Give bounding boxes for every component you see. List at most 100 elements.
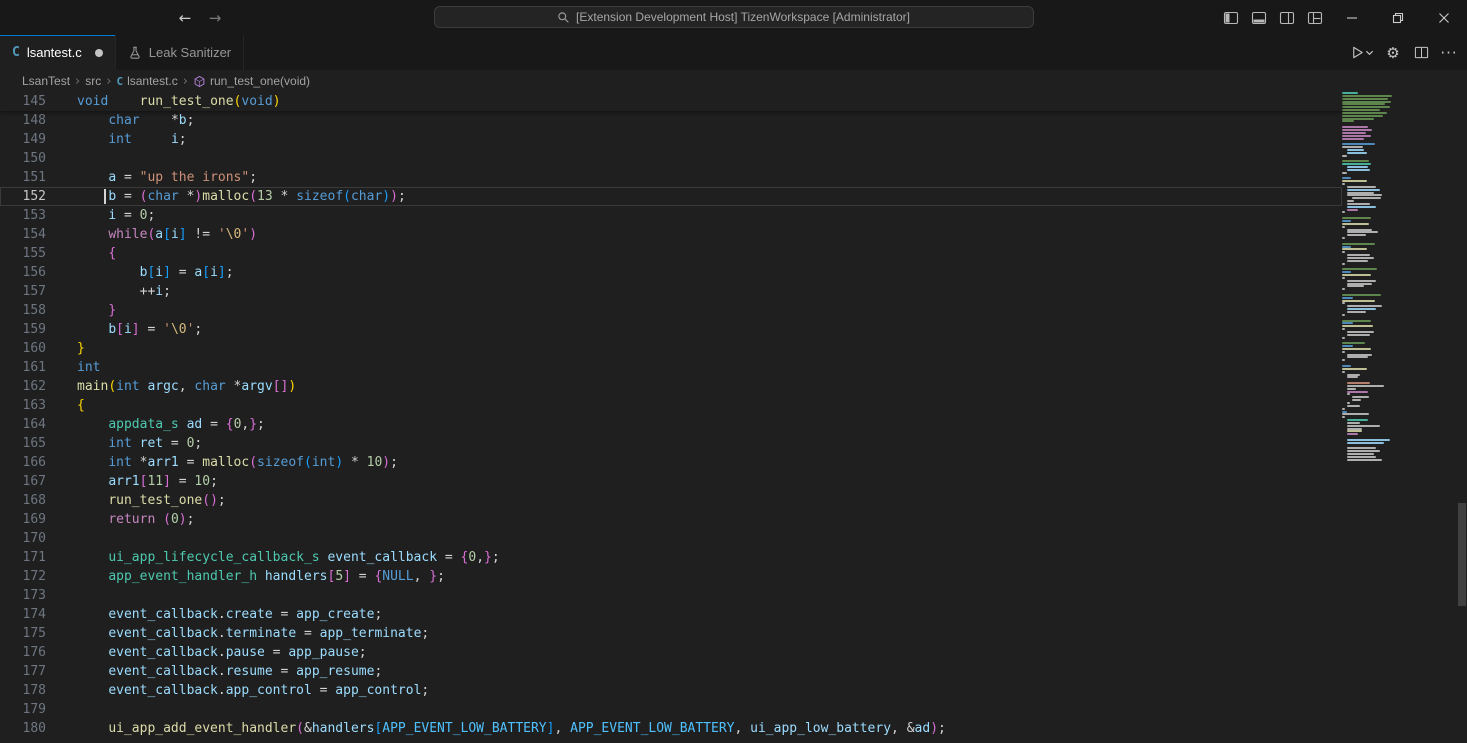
forward-button[interactable]: → xyxy=(202,6,228,30)
code-line[interactable]: 150 xyxy=(0,149,1342,168)
code-line[interactable]: 161int xyxy=(0,358,1342,377)
tab-bar: C lsantest.c Leak Sanitizer xyxy=(0,35,1467,70)
line-number[interactable]: 170 xyxy=(0,529,46,548)
code-line[interactable]: 174 event_callback.create = app_create; xyxy=(0,605,1342,624)
line-number[interactable]: 176 xyxy=(0,643,46,662)
line-number[interactable]: 156 xyxy=(0,263,46,282)
line-number[interactable]: 159 xyxy=(0,320,46,339)
code-line[interactable]: 177 event_callback.resume = app_resume; xyxy=(0,662,1342,681)
line-number[interactable]: 163 xyxy=(0,396,46,415)
line-number[interactable]: 160 xyxy=(0,339,46,358)
line-number[interactable]: 154 xyxy=(0,225,46,244)
code-line[interactable]: 167 arr1[11] = 10; xyxy=(0,472,1342,491)
line-number[interactable]: 155 xyxy=(0,244,46,263)
editor-actions: ⚙ ··· xyxy=(1347,35,1461,70)
code-line[interactable]: 164 appdata_s ad = {0,}; xyxy=(0,415,1342,434)
code-line[interactable]: 180 ui_app_add_event_handler(&handlers[A… xyxy=(0,719,1342,738)
line-number[interactable]: 158 xyxy=(0,301,46,320)
code-line[interactable]: 179 xyxy=(0,700,1342,719)
code-line[interactable]: 178 event_callback.app_control = app_con… xyxy=(0,681,1342,700)
line-number[interactable]: 180 xyxy=(0,719,46,738)
sticky-scroll-line[interactable]: 145 void run_test_one(void) xyxy=(0,92,1342,111)
minimap[interactable] xyxy=(1342,92,1457,464)
customize-layout-button[interactable] xyxy=(1301,6,1329,30)
code-line[interactable]: 173 xyxy=(0,586,1342,605)
line-text: event_callback.resume = app_resume; xyxy=(77,662,382,681)
tab-lsantest-c[interactable]: C lsantest.c xyxy=(0,35,116,70)
breadcrumb-item-file[interactable]: C lsantest.c xyxy=(116,74,177,88)
line-number[interactable]: 175 xyxy=(0,624,46,643)
breadcrumb-item-src[interactable]: src xyxy=(85,74,101,88)
line-number[interactable]: 168 xyxy=(0,491,46,510)
line-number: 145 xyxy=(0,92,46,111)
close-window-button[interactable] xyxy=(1421,0,1467,35)
line-number[interactable]: 167 xyxy=(0,472,46,491)
split-editor-button[interactable] xyxy=(1409,41,1433,65)
code-line[interactable]: 166 int *arr1 = malloc(sizeof(int) * 10)… xyxy=(0,453,1342,472)
code-line[interactable]: 155 { xyxy=(0,244,1342,263)
line-text: arr1[11] = 10; xyxy=(77,472,218,491)
breadcrumb-item-symbol[interactable]: run_test_one(void) xyxy=(193,74,310,88)
line-number[interactable]: 165 xyxy=(0,434,46,453)
code-line[interactable]: 172 app_event_handler_h handlers[5] = {N… xyxy=(0,567,1342,586)
line-number[interactable]: 153 xyxy=(0,206,46,225)
code-line[interactable]: 165 int ret = 0; xyxy=(0,434,1342,453)
tab-leak-sanitizer[interactable]: Leak Sanitizer xyxy=(116,35,244,70)
code-line[interactable]: 160} xyxy=(0,339,1342,358)
back-button[interactable]: ← xyxy=(172,6,198,30)
code-line[interactable]: 157 ++i; xyxy=(0,282,1342,301)
line-number[interactable]: 178 xyxy=(0,681,46,700)
modified-dot-icon[interactable] xyxy=(95,49,103,57)
line-number[interactable]: 157 xyxy=(0,282,46,301)
line-number[interactable]: 166 xyxy=(0,453,46,472)
code-line[interactable]: 156 b[i] = a[i]; xyxy=(0,263,1342,282)
line-number[interactable]: 172 xyxy=(0,567,46,586)
code-line[interactable]: 169 return (0); xyxy=(0,510,1342,529)
line-number[interactable]: 152 xyxy=(0,187,46,206)
run-debug-button[interactable] xyxy=(1347,41,1377,65)
line-number[interactable]: 174 xyxy=(0,605,46,624)
code-line[interactable]: 153 i = 0; xyxy=(0,206,1342,225)
code-line[interactable]: 148 char *b; xyxy=(0,111,1342,130)
c-file-icon: C xyxy=(12,45,20,60)
code-line[interactable]: 149 int i; xyxy=(0,130,1342,149)
code-line[interactable]: 154 while(a[i] != '\0') xyxy=(0,225,1342,244)
toggle-primary-sidebar-button[interactable] xyxy=(1217,6,1245,30)
breadcrumb-separator-icon: › xyxy=(74,74,81,89)
more-actions-button[interactable]: ··· xyxy=(1437,41,1461,65)
line-number[interactable]: 161 xyxy=(0,358,46,377)
code-line[interactable]: 163{ xyxy=(0,396,1342,415)
breadcrumb-item-workspace[interactable]: LsanTest xyxy=(22,74,70,88)
gear-button[interactable]: ⚙ xyxy=(1381,41,1405,65)
line-number[interactable]: 177 xyxy=(0,662,46,681)
line-number[interactable]: 164 xyxy=(0,415,46,434)
code-line[interactable]: 171 ui_app_lifecycle_callback_s event_ca… xyxy=(0,548,1342,567)
code-line[interactable]: 151 a = "up the irons"; xyxy=(0,168,1342,187)
line-number[interactable]: 149 xyxy=(0,130,46,149)
line-number[interactable]: 171 xyxy=(0,548,46,567)
line-number[interactable]: 169 xyxy=(0,510,46,529)
line-number[interactable]: 162 xyxy=(0,377,46,396)
line-number[interactable]: 179 xyxy=(0,700,46,719)
line-number[interactable]: 173 xyxy=(0,586,46,605)
code-line[interactable]: 152 b = (char *)malloc(13 * sizeof(char)… xyxy=(0,187,1342,206)
code-line[interactable]: 162main(int argc, char *argv[]) xyxy=(0,377,1342,396)
scrollbar-thumb[interactable] xyxy=(1458,503,1466,606)
toggle-panel-button[interactable] xyxy=(1245,6,1273,30)
code-line[interactable]: 175 event_callback.terminate = app_termi… xyxy=(0,624,1342,643)
code-line[interactable]: 176 event_callback.pause = app_pause; xyxy=(0,643,1342,662)
command-center-search[interactable]: [Extension Development Host] TizenWorksp… xyxy=(434,6,1034,28)
line-number[interactable]: 150 xyxy=(0,149,46,168)
code-line[interactable]: 168 run_test_one(); xyxy=(0,491,1342,510)
editor-scrollbar[interactable] xyxy=(1457,92,1467,743)
line-number[interactable]: 148 xyxy=(0,111,46,130)
line-text: event_callback.app_control = app_control… xyxy=(77,681,429,700)
code-line[interactable]: 159 b[i] = '\0'; xyxy=(0,320,1342,339)
code-line[interactable]: 158 } xyxy=(0,301,1342,320)
minimize-button[interactable] xyxy=(1329,0,1375,35)
code-line[interactable]: 170 xyxy=(0,529,1342,548)
toggle-secondary-sidebar-button[interactable] xyxy=(1273,6,1301,30)
line-number[interactable]: 151 xyxy=(0,168,46,187)
code-editor[interactable]: 145 void run_test_one(void) 148 char *b;… xyxy=(0,92,1467,743)
restore-button[interactable] xyxy=(1375,0,1421,35)
